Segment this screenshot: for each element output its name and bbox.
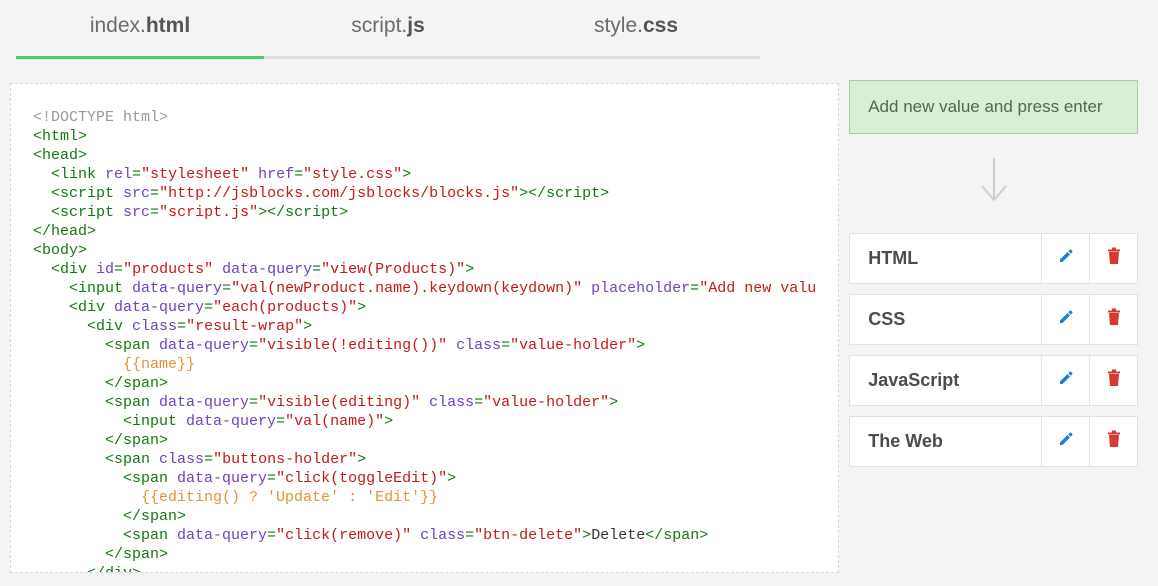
list-item-label: CSS	[849, 294, 1042, 345]
list-item: HTML	[849, 233, 1138, 284]
pencil-icon	[1058, 309, 1074, 330]
trash-icon	[1106, 369, 1122, 392]
tab-css[interactable]: style.css	[512, 0, 760, 59]
list-item-label: JavaScript	[849, 355, 1042, 406]
pencil-icon	[1058, 370, 1074, 391]
list-item-label: HTML	[849, 233, 1042, 284]
add-new-input[interactable]: Add new value and press enter	[849, 80, 1138, 134]
trash-icon	[1106, 247, 1122, 270]
list-item: CSS	[849, 294, 1138, 345]
edit-button[interactable]	[1042, 355, 1090, 406]
pencil-icon	[1058, 248, 1074, 269]
tab-js[interactable]: script.js	[264, 0, 512, 59]
trash-icon	[1106, 308, 1122, 331]
items-list: HTML CSS JavaScript The Web	[849, 233, 1138, 467]
list-item-label: The Web	[849, 416, 1042, 467]
list-item: JavaScript	[849, 355, 1138, 406]
delete-button[interactable]	[1090, 233, 1138, 284]
edit-button[interactable]	[1042, 416, 1090, 467]
delete-button[interactable]	[1090, 294, 1138, 345]
edit-button[interactable]	[1042, 233, 1090, 284]
edit-button[interactable]	[1042, 294, 1090, 345]
list-item: The Web	[849, 416, 1138, 467]
trash-icon	[1106, 430, 1122, 453]
file-tabs: index.htmlscript.jsstyle.css	[10, 0, 839, 59]
delete-button[interactable]	[1090, 355, 1138, 406]
delete-button[interactable]	[1090, 416, 1138, 467]
tab-html[interactable]: index.html	[16, 0, 264, 59]
arrow-down-icon	[849, 156, 1138, 211]
pencil-icon	[1058, 431, 1074, 452]
code-editor[interactable]: <!DOCTYPE html> <html> <head> <link rel=…	[10, 83, 839, 573]
